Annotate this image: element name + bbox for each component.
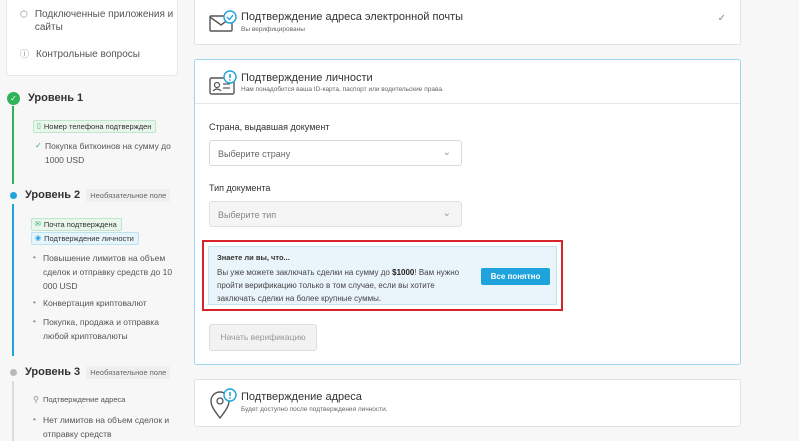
current-level-dot <box>10 191 17 199</box>
info-text: Вы уже можете заключать сделки на сумму … <box>217 268 460 303</box>
info-highlight-box: Знаете ли вы, что... Вы уже можете заклю… <box>202 240 563 311</box>
question-icon: ⓘ <box>20 49 30 59</box>
card-subtitle: Нам понадобится ваша ID-карта, паспорт и… <box>241 86 444 93</box>
apps-icon: ⬡ <box>20 9 28 19</box>
check-icon: ✓ <box>35 141 42 150</box>
card-subtitle: Вы верифицированы <box>241 26 305 33</box>
bullet-icon: • <box>33 298 36 307</box>
status-badge-phone-verified: ▯ Номер телефона подтвержден <box>33 120 157 133</box>
bullet-icon: • <box>33 253 36 262</box>
info-notice: Знаете ли вы, что... Вы уже можете заклю… <box>208 246 557 305</box>
status-badge-email-verified: ✉ Почта подтверждена <box>31 218 122 231</box>
optional-badge: Необязательное поле <box>86 365 171 379</box>
settings-menu: ⬡ Подключенные приложения и сайты ⓘ Конт… <box>6 0 178 76</box>
email-verified-icon <box>209 9 237 38</box>
email-verification-card[interactable]: Подтверждение адреса электронной почты В… <box>194 0 741 45</box>
chevron-down-icon: ⌄ <box>442 147 451 158</box>
level-2-feature: • Конвертация криптовалют <box>33 298 147 308</box>
level-2: Уровень 2 Необязательное поле <box>7 187 179 203</box>
sidebar: ⬡ Подключенные приложения и сайты ⓘ Конт… <box>0 0 180 441</box>
select-value: Выберите страну <box>218 149 291 159</box>
level-2-feature: • Покупка, продажа и отправка любой крип… <box>33 317 159 341</box>
phone-icon: ▯ <box>37 123 41 130</box>
location-icon: ⚲ <box>33 395 39 404</box>
id-card-icon <box>209 70 237 101</box>
address-verification-card: Подтверждение адреса Будет доступно посл… <box>194 379 741 427</box>
chevron-down-icon: ⌄ <box>442 208 451 219</box>
level-1: ✓ Уровень 1 <box>7 90 179 106</box>
bullet-icon: • <box>33 415 36 424</box>
info-title: Знаете ли вы, что... <box>217 253 290 262</box>
check-icon: ✓ <box>717 13 726 24</box>
doc-type-label: Тип документа <box>209 183 271 193</box>
country-label: Страна, выдавшая документ <box>209 122 330 132</box>
level-1-progress-line <box>12 106 14 184</box>
check-icon: ✓ <box>7 91 20 105</box>
optional-badge: Необязательное поле <box>86 188 171 202</box>
status-badge-identity: ◉ Подтверждение личности <box>31 232 139 245</box>
level-title: Уровень 1 <box>28 92 84 104</box>
level-title: Уровень 2 <box>25 189 81 201</box>
level-3-progress-line <box>12 381 14 441</box>
doc-type-select[interactable]: Выберите тип ⌄ <box>209 201 462 227</box>
select-value: Выберите тип <box>218 210 277 220</box>
user-icon: ◉ <box>35 235 42 242</box>
bullet-icon: • <box>33 317 36 326</box>
country-select[interactable]: Выберите страну ⌄ <box>209 140 462 166</box>
level-title: Уровень 3 <box>25 366 81 378</box>
card-subtitle: Будет доступно после подтверждения лично… <box>241 406 388 413</box>
status-badge-address: ⚲ Подтверждение адреса <box>33 393 183 407</box>
menu-item-label: Контрольные вопросы <box>36 49 140 60</box>
got-it-button[interactable]: Все понятно <box>481 268 550 285</box>
level-1-feature: ✓ Покупка биткоинов на сумму до 1000 USD <box>35 141 171 165</box>
menu-item-security-questions[interactable]: ⓘ Контрольные вопросы <box>7 48 177 61</box>
card-title: Подтверждение адреса электронной почты <box>241 11 464 23</box>
mail-icon: ✉ <box>35 221 41 228</box>
level-2-progress-line <box>12 204 14 356</box>
card-title: Подтверждение адреса <box>241 391 362 403</box>
start-verification-button[interactable]: Начать верификацию <box>209 324 317 351</box>
identity-verification-card: Подтверждение личности Нам понадобится в… <box>194 59 741 365</box>
location-pin-icon <box>209 388 237 425</box>
level-2-feature: • Повышение лимитов на объем сделок и от… <box>33 253 173 291</box>
info-amount: $1000 <box>392 268 415 277</box>
menu-item-connected-apps[interactable]: ⬡ Подключенные приложения и сайты <box>7 8 177 34</box>
card-title: Подтверждение личности <box>241 72 373 84</box>
divider <box>195 103 740 104</box>
level-3-feature: • Нет лимитов на объем сделок и отправку… <box>33 415 170 439</box>
level-3: Уровень 3 Необязательное поле <box>7 364 179 380</box>
menu-item-label: Подключенные приложения и сайты <box>34 9 174 33</box>
pending-level-dot <box>10 368 17 376</box>
